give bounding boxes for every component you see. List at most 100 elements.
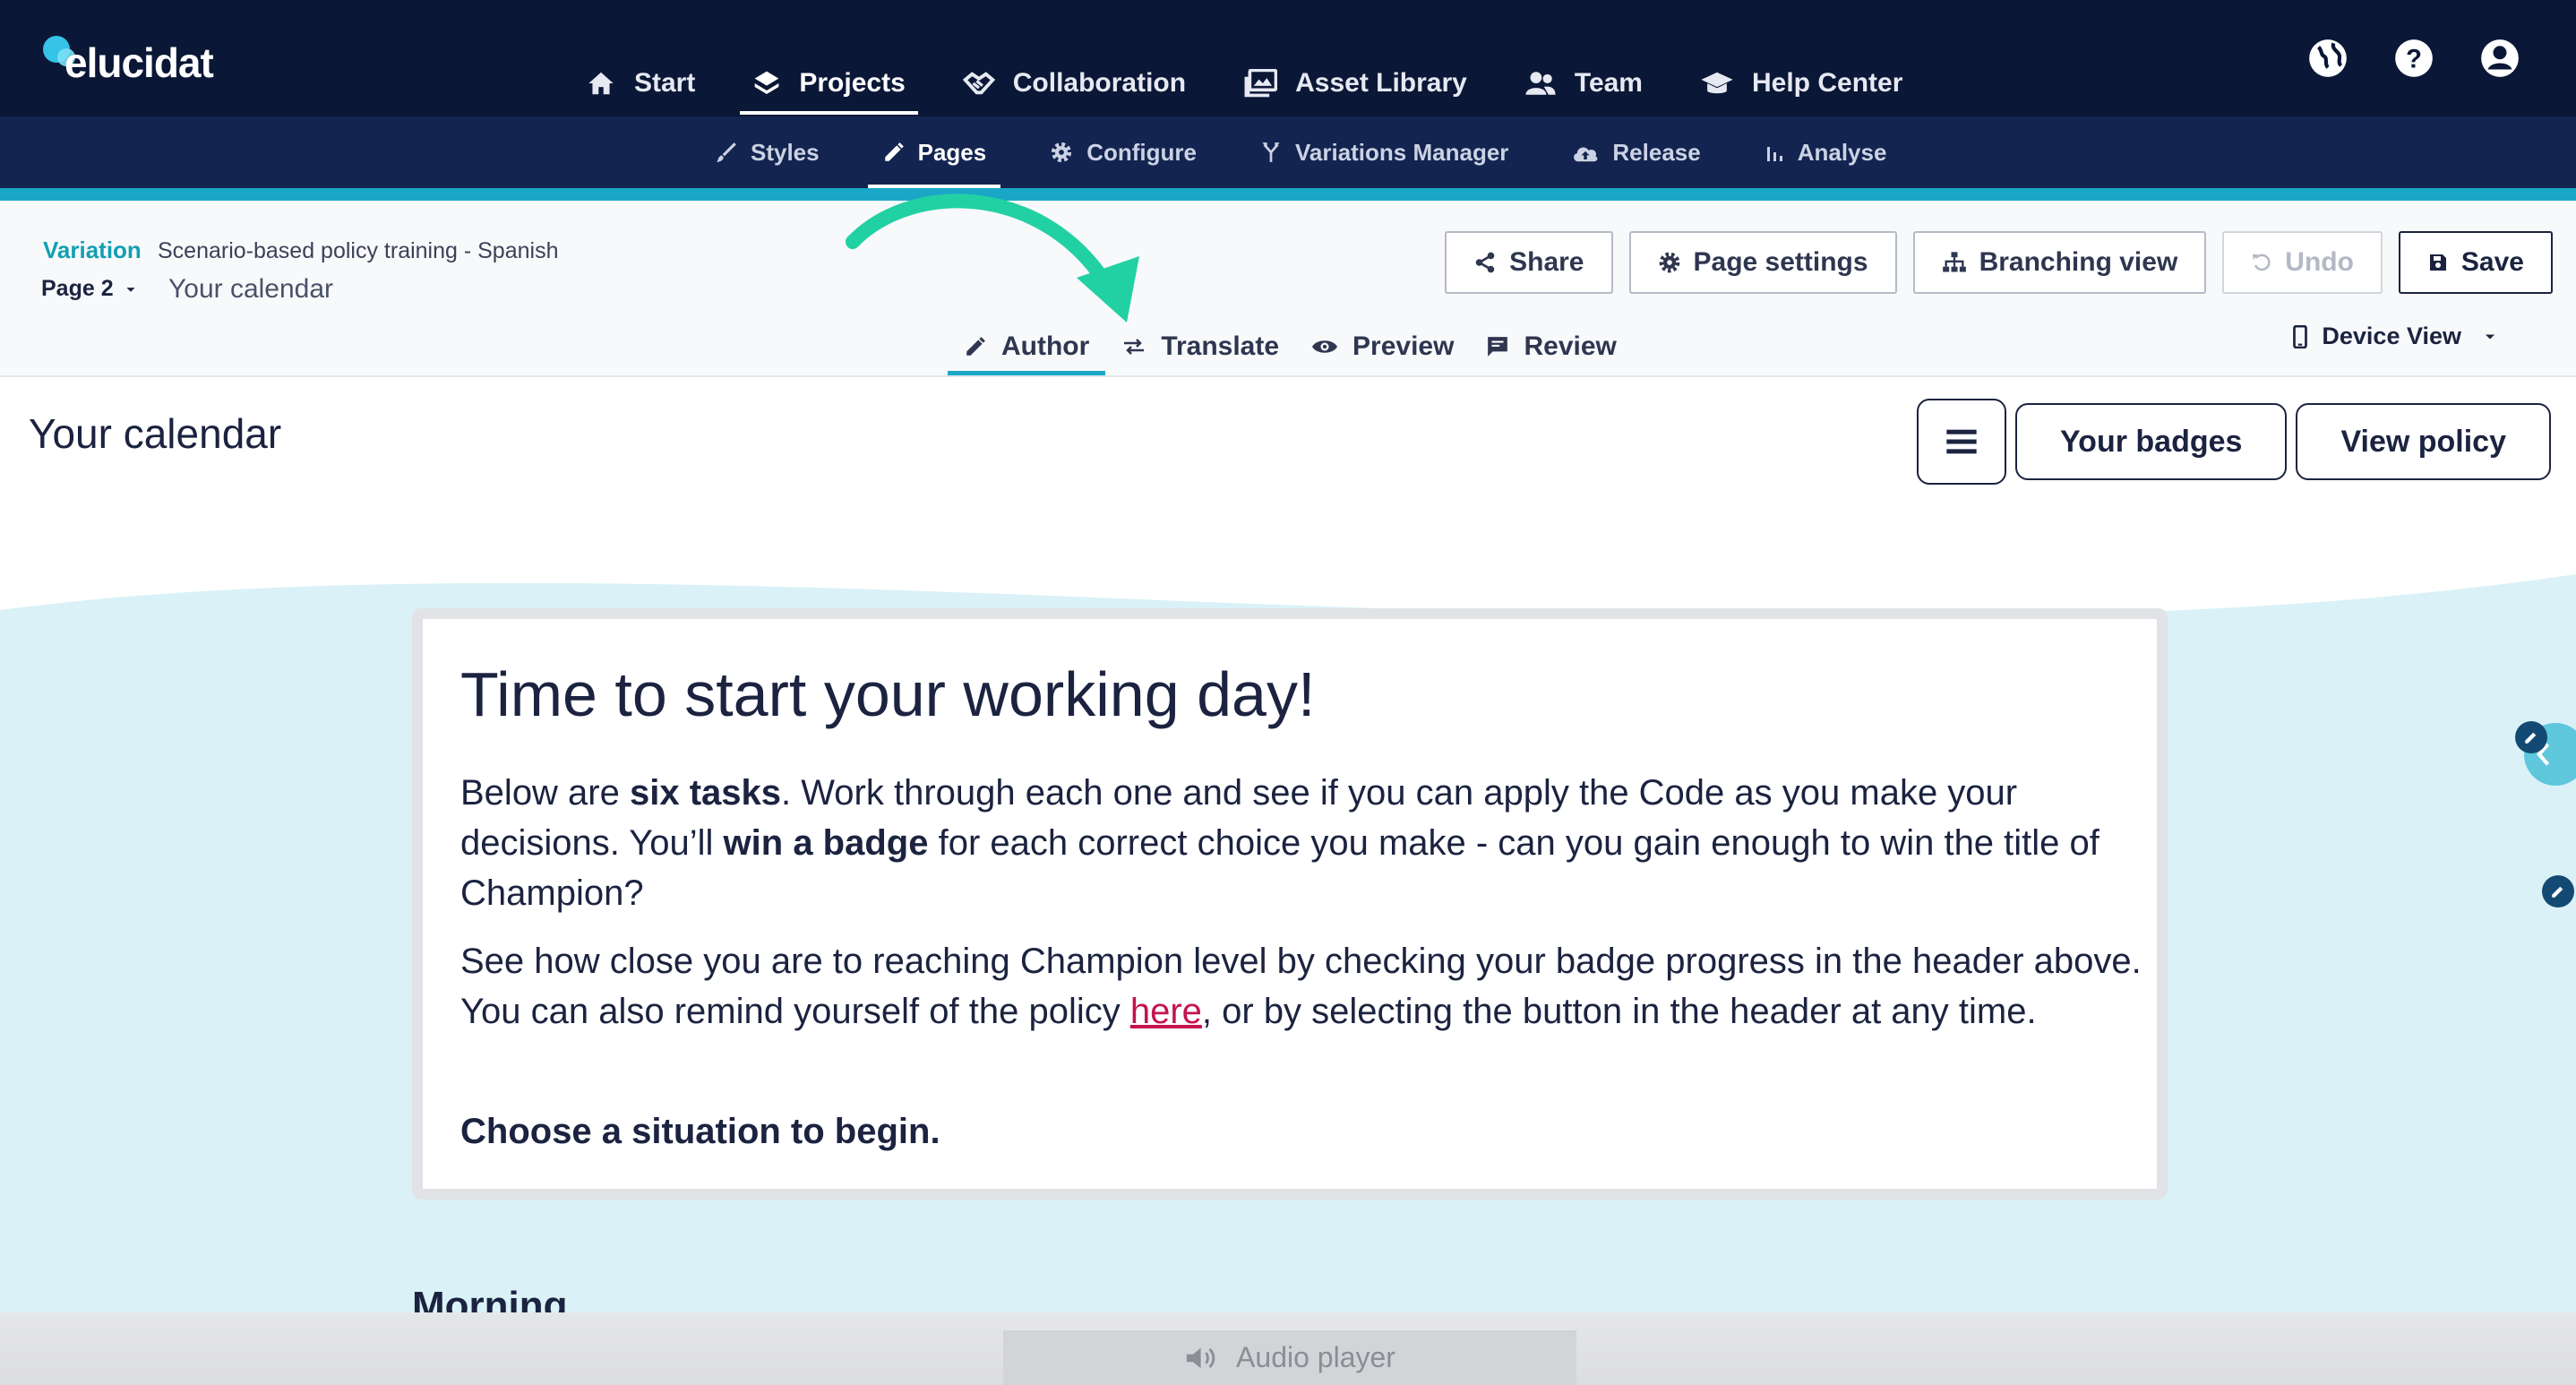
home-icon: [588, 72, 614, 95]
tab-author-label: Author: [1001, 331, 1090, 361]
undo-button-label: Undo: [2285, 247, 2354, 277]
nav-help-center[interactable]: Help Center: [1687, 52, 1915, 115]
account-icon[interactable]: [2477, 36, 2522, 81]
subnav-variations-manager[interactable]: Variations Manager: [1245, 116, 1523, 188]
subnav-styles-label: Styles: [751, 138, 820, 166]
cloud-upload-icon: [1574, 147, 1598, 162]
elucidat-logo[interactable]: elucidat: [43, 36, 214, 90]
help-icon[interactable]: ?: [2391, 36, 2436, 81]
intro-heading: Time to start your working day!: [460, 659, 1316, 729]
subnav-release-label: Release: [1612, 138, 1701, 166]
device-view-label: Device View: [2322, 323, 2461, 349]
speaker-icon: [1186, 1347, 1215, 1368]
share-icon: [1475, 252, 1495, 273]
variation-name[interactable]: Scenario-based policy training - Spanish: [158, 238, 558, 264]
nav-projects[interactable]: Projects: [740, 52, 919, 115]
accent-strip: [0, 188, 2576, 201]
pencil-icon: [884, 142, 904, 161]
floppy-disk-icon: [2429, 254, 2446, 271]
swap-arrows-icon: [1124, 338, 1145, 355]
caret-down-icon: [126, 287, 135, 292]
intro-call-to-action: Choose a situation to begin.: [460, 1112, 940, 1151]
page-settings-button-label: Page settings: [1693, 247, 1868, 277]
page-title: Your calendar: [29, 410, 282, 457]
svg-text:?: ?: [2406, 45, 2422, 73]
content-header-buttons: Your badges View policy: [1917, 399, 2551, 485]
gear-icon: [1659, 252, 1679, 273]
tab-translate-label: Translate: [1161, 331, 1280, 361]
layers-icon: [755, 71, 779, 94]
share-button[interactable]: Share: [1445, 231, 1613, 294]
nav-asset-library[interactable]: Asset Library: [1231, 52, 1480, 115]
nav-start-label: Start: [634, 68, 696, 98]
nav-help-center-label: Help Center: [1752, 68, 1903, 98]
logo-wordmark: elucidat: [64, 39, 214, 86]
caret-down-icon: [2486, 334, 2494, 339]
subnav-configure-label: Configure: [1086, 138, 1197, 166]
policy-link[interactable]: here: [1130, 992, 1202, 1031]
view-policy-button[interactable]: View policy: [2296, 403, 2551, 480]
annotation-arrow: [846, 194, 1139, 323]
hamburger-icon: [1946, 429, 1977, 454]
subnav-pages-label: Pages: [917, 138, 987, 166]
gear-icon: [1052, 142, 1072, 163]
brush-icon: [717, 142, 736, 162]
page-settings-button[interactable]: Page settings: [1628, 231, 1897, 294]
save-button-label: Save: [2460, 247, 2524, 277]
subnav-configure[interactable]: Configure: [1035, 116, 1211, 188]
intro-paragraph-1: Below are six tasks. Work through each o…: [460, 768, 2144, 918]
save-button[interactable]: Save: [2398, 231, 2553, 294]
tab-review[interactable]: Review: [1470, 317, 1632, 375]
menu-button[interactable]: [1917, 399, 2007, 485]
your-badges-button[interactable]: Your badges: [2015, 403, 2288, 480]
comment-icon: [1488, 336, 1508, 357]
subnav-pages[interactable]: Pages: [867, 116, 1001, 188]
eye-icon: [1312, 340, 1338, 353]
page-selector[interactable]: Page 2: [41, 276, 141, 302]
subnav-release[interactable]: Release: [1557, 116, 1714, 188]
audio-player-label: Audio player: [1236, 1341, 1395, 1373]
page-editor-header: Variation Scenario-based policy training…: [0, 201, 2576, 377]
graduation-cap-icon: [1701, 72, 1733, 94]
pencil-icon: [2525, 732, 2537, 744]
sub-navigation-bar: Styles Pages Configure Variations Manage…: [0, 116, 2576, 188]
undo-icon: [2253, 254, 2271, 271]
subnav-analyse[interactable]: Analyse: [1749, 116, 1902, 188]
top-navigation-bar: elucidat Start Projects Collaboration As…: [0, 0, 2576, 116]
subnav-styles[interactable]: Styles: [700, 116, 834, 188]
variation-label: Variation: [43, 237, 142, 263]
sub-nav: Styles Pages Configure Variations Manage…: [700, 116, 1935, 188]
branching-view-button[interactable]: Branching view: [1912, 231, 2207, 294]
images-icon: [1244, 69, 1278, 98]
page-selector-label: Page 2: [41, 276, 114, 301]
intro-card: Time to start your working day! Below ar…: [412, 608, 2168, 1200]
nav-team[interactable]: Team: [1512, 52, 1655, 115]
page-actions: Share Page settings Branching view Undo …: [1429, 231, 2553, 294]
bottom-bar: Audio player: [0, 1312, 2576, 1385]
nav-collaboration[interactable]: Collaboration: [950, 52, 1198, 115]
globe-icon[interactable]: [2306, 36, 2350, 81]
branching-view-button-label: Branching view: [1979, 247, 2178, 277]
edit-section-button[interactable]: [2542, 875, 2574, 908]
edit-header-button[interactable]: [2515, 721, 2547, 753]
users-icon: [1525, 72, 1556, 95]
sitemap-icon: [1942, 252, 1966, 272]
main-nav: Start Projects Collaboration Asset Libra…: [573, 52, 1947, 115]
audio-player[interactable]: Audio player: [1003, 1330, 1576, 1385]
intro-paragraph-2: See how close you are to reaching Champi…: [460, 936, 2144, 1037]
bold-text: six tasks: [629, 773, 782, 813]
nav-projects-label: Projects: [799, 68, 906, 98]
subnav-analyse-label: Analyse: [1797, 138, 1887, 166]
bar-chart-icon: [1766, 147, 1782, 161]
tab-review-label: Review: [1524, 331, 1617, 361]
nav-team-label: Team: [1574, 68, 1643, 98]
top-icons: ?: [2264, 36, 2522, 81]
undo-button[interactable]: Undo: [2222, 231, 2383, 294]
nav-start[interactable]: Start: [573, 52, 708, 115]
page-name: Your calendar: [168, 274, 334, 304]
bold-text: win a badge: [723, 823, 929, 863]
handshake-icon: [962, 72, 995, 95]
tab-preview[interactable]: Preview: [1295, 317, 1470, 375]
section-heading: Morning: [412, 1284, 568, 1312]
device-view-dropdown[interactable]: Device View: [2293, 323, 2513, 350]
